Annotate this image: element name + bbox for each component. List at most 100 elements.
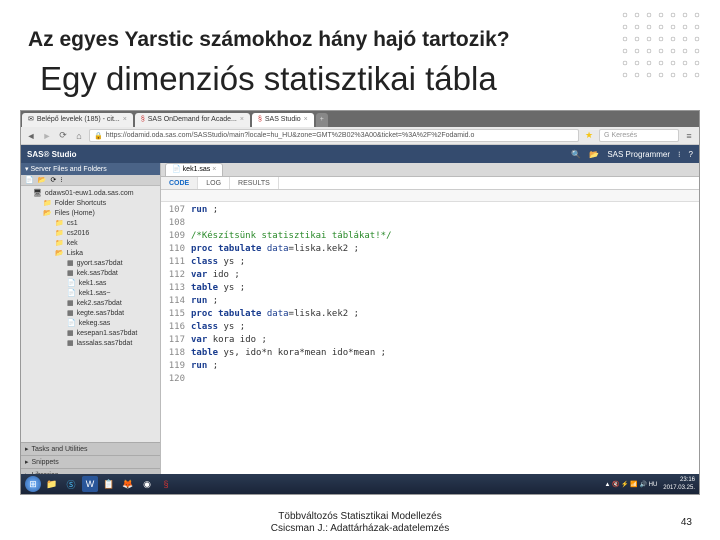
line-number: 113 bbox=[161, 282, 191, 295]
editor-subtabs: CODE LOG RESULTS bbox=[161, 177, 699, 190]
code-line[interactable]: 115proc tabulate data=liska.kek2 ; bbox=[161, 308, 699, 321]
search-box[interactable]: G Keresés bbox=[599, 129, 679, 142]
taskbar-sas-icon[interactable]: § bbox=[158, 476, 174, 492]
sasfile-icon: 📄 bbox=[172, 166, 181, 173]
taskbar-explorer-icon[interactable]: 📁 bbox=[44, 476, 60, 492]
line-content: proc tabulate data=liska.kek2 ; bbox=[191, 308, 359, 321]
tree-item[interactable]: ▦lassalas.sas7bdat bbox=[21, 338, 160, 348]
code-line[interactable]: 117var kora ido ; bbox=[161, 334, 699, 347]
line-number: 108 bbox=[161, 217, 191, 230]
tree-item[interactable]: 📂Files (Home) bbox=[21, 208, 160, 218]
forward-button[interactable]: ► bbox=[41, 130, 53, 142]
server-icon: 🖥 bbox=[33, 189, 42, 197]
clock-time[interactable]: 23:16 bbox=[663, 476, 695, 484]
sidebar-panel-tasks[interactable]: ▸Tasks and Utilities bbox=[21, 442, 160, 455]
tree-item[interactable]: 📁kek bbox=[21, 238, 160, 248]
subtab-log[interactable]: LOG bbox=[198, 177, 230, 189]
code-line[interactable]: 120 bbox=[161, 373, 699, 386]
browser-tab-sas-studio[interactable]: § SAS Studio × bbox=[252, 113, 314, 127]
tree-item[interactable]: 🖥odaws01-euw1.oda.sas.com bbox=[21, 188, 160, 198]
tree-item[interactable]: 📁cs2016 bbox=[21, 228, 160, 238]
slide-page-number: 43 bbox=[681, 517, 692, 528]
tree-item-label: kek.sas7bdat bbox=[77, 270, 118, 277]
tree-item[interactable]: ▦kek2.sas7bdat bbox=[21, 298, 160, 308]
file-tab-label: kek1.sas bbox=[183, 166, 211, 173]
tray-icons[interactable]: ▲ 🔇 ⚡ 📶 🔊 HU bbox=[604, 481, 657, 488]
code-line[interactable]: 116class ys ; bbox=[161, 321, 699, 334]
back-button[interactable]: ◄ bbox=[25, 130, 37, 142]
code-line[interactable]: 118table ys, ido*n kora*mean ido*mean ; bbox=[161, 347, 699, 360]
code-line[interactable]: 114run ; bbox=[161, 295, 699, 308]
code-line[interactable]: 119run ; bbox=[161, 360, 699, 373]
close-icon[interactable]: × bbox=[212, 166, 216, 173]
tree-item[interactable]: 📄kek1.sas bbox=[21, 278, 160, 288]
browser-tab-gmail[interactable]: ✉ Belépő levelek (185) - cit... × bbox=[22, 113, 133, 127]
search-icon[interactable]: 🔍 bbox=[571, 150, 581, 159]
code-line[interactable]: 108 bbox=[161, 217, 699, 230]
more-icon[interactable]: ⁝ bbox=[678, 150, 681, 159]
help-icon[interactable]: ? bbox=[689, 150, 693, 159]
tree-item[interactable]: 📄kek1.sas~ bbox=[21, 288, 160, 298]
browser-tab-sas-ondemand[interactable]: § SAS OnDemand for Acade... × bbox=[135, 113, 250, 127]
line-number: 110 bbox=[161, 243, 191, 256]
start-button[interactable]: ⊞ bbox=[25, 476, 41, 492]
folder-open-icon: 📂 bbox=[43, 209, 52, 217]
line-content: table ys, ido*n kora*mean ido*mean ; bbox=[191, 347, 386, 360]
search-placeholder: Keresés bbox=[611, 132, 637, 139]
code-line[interactable]: 107run ; bbox=[161, 204, 699, 217]
home-button[interactable]: ⌂ bbox=[73, 130, 85, 142]
table-icon: ▦ bbox=[67, 269, 74, 277]
address-bar[interactable]: 🔒 https://odamid.oda.sas.com/SASStudio/m… bbox=[89, 129, 579, 142]
taskbar-firefox-icon[interactable]: 🦊 bbox=[120, 476, 136, 492]
line-content: run ; bbox=[191, 360, 218, 373]
clock-date[interactable]: 2017.03.25. bbox=[663, 484, 695, 492]
reload-button[interactable]: ⟳ bbox=[57, 130, 69, 142]
code-line[interactable]: 110proc tabulate data=liska.kek2 ; bbox=[161, 243, 699, 256]
tab-label: SAS OnDemand for Acade... bbox=[148, 114, 237, 126]
tree-item[interactable]: 📁cs1 bbox=[21, 218, 160, 228]
code-line[interactable]: 112var ido ; bbox=[161, 269, 699, 282]
new-icon[interactable]: 📄 bbox=[25, 176, 34, 184]
code-line[interactable]: 111class ys ; bbox=[161, 256, 699, 269]
bookmark-icon[interactable]: ★ bbox=[583, 130, 595, 142]
line-number: 116 bbox=[161, 321, 191, 334]
role-label[interactable]: SAS Programmer bbox=[607, 150, 670, 159]
tree-item[interactable]: ▦kesepan1.sas7bdat bbox=[21, 328, 160, 338]
close-icon[interactable]: × bbox=[123, 114, 127, 126]
code-line[interactable]: 109/*Készítsünk statisztikai táblákat!*/ bbox=[161, 230, 699, 243]
close-icon[interactable]: × bbox=[240, 114, 244, 126]
tree-item[interactable]: 📄kekeg.sas bbox=[21, 318, 160, 328]
tree-item[interactable]: ▦kegte.sas7bdat bbox=[21, 308, 160, 318]
open-icon[interactable]: 📂 bbox=[38, 176, 47, 184]
file-tree: 🖥odaws01-euw1.oda.sas.com📁Folder Shortcu… bbox=[21, 186, 160, 442]
line-number: 119 bbox=[161, 360, 191, 373]
code-editor[interactable]: 107run ;108109/*Készítsünk statisztikai … bbox=[161, 202, 699, 484]
refresh-icon[interactable]: ⟳ bbox=[50, 176, 56, 184]
sidebar-panel-files[interactable]: ▾ Server Files and Folders bbox=[21, 163, 160, 175]
subtab-results[interactable]: RESULTS bbox=[230, 177, 279, 189]
sasfile-icon: 📄 bbox=[67, 279, 76, 287]
subtab-code[interactable]: CODE bbox=[161, 177, 198, 189]
tree-item[interactable]: ▦gyort.sas7bdat bbox=[21, 258, 160, 268]
table-icon: ▦ bbox=[67, 339, 74, 347]
code-line[interactable]: 113table ys ; bbox=[161, 282, 699, 295]
close-icon[interactable]: × bbox=[304, 114, 308, 126]
taskbar-skype-icon[interactable]: Ⓢ bbox=[63, 476, 79, 492]
taskbar-commander-icon[interactable]: 📋 bbox=[101, 476, 117, 492]
sas-icon: § bbox=[141, 114, 145, 126]
sidebar-panel-snippets[interactable]: ▸Snippets bbox=[21, 455, 160, 468]
menu-icon[interactable]: ≡ bbox=[683, 130, 695, 142]
taskbar-chrome-icon[interactable]: ◉ bbox=[139, 476, 155, 492]
line-content: /*Készítsünk statisztikai táblákat!*/ bbox=[191, 230, 391, 243]
folder-icon[interactable]: 📂 bbox=[589, 150, 599, 159]
new-tab-button[interactable]: + bbox=[316, 113, 328, 127]
tree-item[interactable]: 📂Liska bbox=[21, 248, 160, 258]
tree-item-label: cs1 bbox=[67, 220, 78, 227]
tree-item[interactable]: 📁Folder Shortcuts bbox=[21, 198, 160, 208]
more-icon[interactable]: ⁝ bbox=[60, 176, 62, 184]
table-icon: ▦ bbox=[67, 259, 74, 267]
file-tab[interactable]: 📄 kek1.sas × bbox=[165, 163, 223, 176]
taskbar-word-icon[interactable]: W bbox=[82, 476, 98, 492]
tree-item[interactable]: ▦kek.sas7bdat bbox=[21, 268, 160, 278]
line-content: var ido ; bbox=[191, 269, 240, 282]
